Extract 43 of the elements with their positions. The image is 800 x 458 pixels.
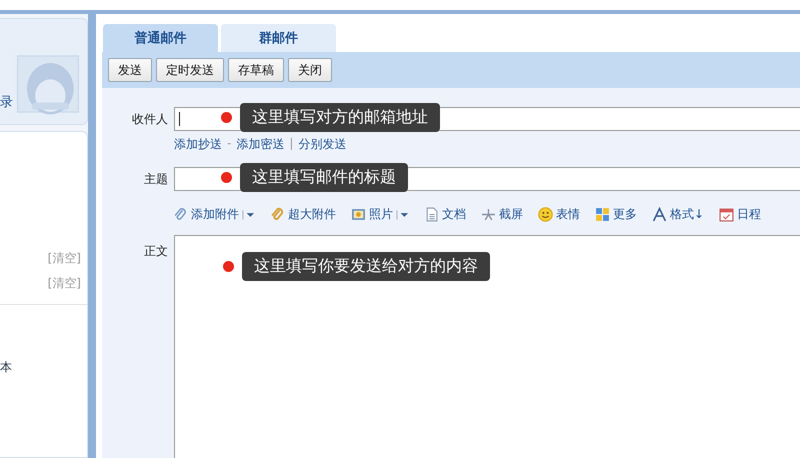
toolbar-item[interactable]: 照片 (350, 206, 410, 223)
marker-dot (221, 172, 232, 183)
font-icon (652, 207, 667, 222)
separator: | (289, 136, 294, 152)
callout-tooltip: 这里填写对方的邮箱地址 (240, 103, 440, 132)
toolbar-button[interactable]: 关闭 (288, 58, 332, 82)
marker-dot (223, 261, 234, 272)
toolbar-item[interactable]: 添加附件 (172, 206, 256, 223)
separator: - (227, 136, 232, 152)
callout-tooltip: 这里填写邮件的标题 (240, 163, 408, 192)
toolbar-button[interactable]: 存草稿 (228, 58, 284, 82)
field-label: 正文 (143, 243, 169, 260)
text-cursor (179, 112, 180, 126)
toolbar-item[interactable]: 更多 (594, 206, 638, 223)
document-icon (424, 207, 439, 222)
smiley-icon (538, 207, 553, 222)
field-label: 收件人 (131, 110, 169, 128)
field-label: 主题 (143, 170, 169, 188)
dropdown-icon (242, 210, 255, 220)
toolbar-button[interactable]: 发送 (108, 58, 152, 82)
link[interactable]: 添加抄送 (174, 136, 222, 153)
toolbar-item[interactable]: 格式↓ (651, 206, 706, 223)
toolbar-item[interactable]: 日程 (718, 206, 762, 223)
body-editor[interactable]: 这里填写你要发送给对方的内容 (174, 235, 800, 458)
dropdown-icon (396, 210, 409, 220)
link[interactable]: 添加密送 (236, 136, 284, 153)
marker-dot (221, 112, 232, 123)
photo-icon (351, 207, 366, 222)
toolbar-item[interactable]: 截屏 (480, 206, 524, 223)
link[interactable]: 分别发送 (298, 136, 346, 153)
paperclip-icon (270, 207, 285, 222)
toolbar-item[interactable]: 文档 (423, 206, 467, 223)
tab[interactable]: 群邮件 (221, 24, 336, 52)
toolbar-item[interactable]: 超大附件 (269, 206, 337, 223)
sidebar-label[interactable]: 录 (0, 93, 13, 111)
grid-icon (595, 207, 610, 222)
toolbar-button[interactable]: 定时发送 (156, 58, 224, 82)
calendar-icon (719, 207, 734, 222)
callout-tooltip: 这里填写你要发送给对方的内容 (242, 252, 490, 281)
toolbar-item[interactable]: 表情 (537, 206, 581, 223)
paperclip-icon (173, 207, 188, 222)
sidebar-label[interactable]: 本 (0, 307, 87, 376)
tab[interactable]: 普通邮件 (103, 24, 218, 52)
